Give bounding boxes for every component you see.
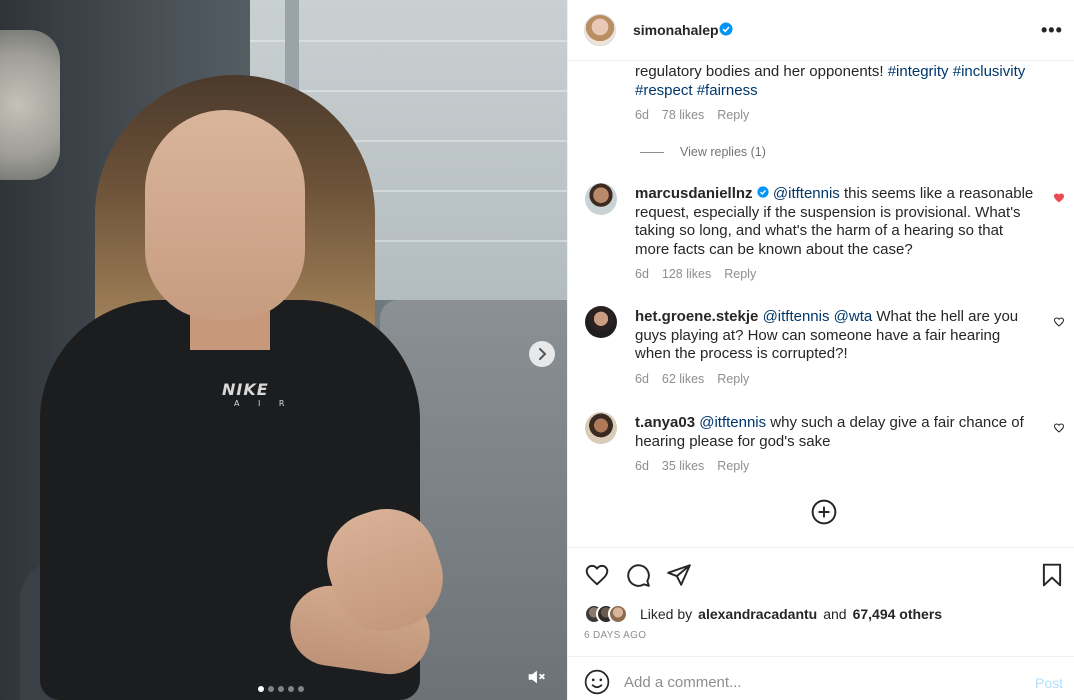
share-icon[interactable] — [666, 562, 692, 588]
carousel-dot — [278, 686, 284, 692]
liked-by-and: and — [823, 606, 847, 622]
comment-text: het.groene.stekje @itftennis @wta What t… — [635, 308, 1035, 364]
mention-link[interactable]: @itftennis — [763, 308, 830, 325]
post-comment-button[interactable]: Post — [1035, 675, 1063, 691]
divider-line — [640, 151, 664, 153]
emoji-icon[interactable] — [584, 669, 610, 695]
post-actions: Liked by alexandracadantu and 67,494 oth… — [568, 547, 1074, 657]
post-media[interactable]: NIKE A I R — [0, 0, 567, 700]
liked-by-others[interactable]: 67,494 others — [853, 606, 943, 622]
comment-body: regulatory bodies and her opponents! — [635, 63, 888, 80]
heart-outline-icon[interactable] — [1053, 422, 1065, 434]
view-replies-label: View replies (1) — [680, 145, 766, 159]
mention-link[interactable]: @itftennis — [773, 185, 840, 202]
author-avatar[interactable] — [584, 14, 616, 46]
heart-filled-icon[interactable] — [1053, 192, 1065, 204]
comment-likes[interactable]: 62 likes — [662, 372, 704, 386]
commenter-avatar[interactable] — [585, 412, 617, 444]
comment-likes[interactable]: 128 likes — [662, 267, 711, 281]
liked-by-prefix: Liked by — [640, 606, 693, 622]
comment-meta: 6d 62 likes Reply — [635, 372, 749, 386]
load-more-comments-icon[interactable] — [811, 499, 837, 525]
liked-by-user[interactable]: alexandracadantu — [698, 606, 817, 622]
comment-meta: 6d 78 likes Reply — [635, 108, 749, 122]
chevron-right-icon — [539, 348, 547, 360]
carousel-dot — [298, 686, 304, 692]
carousel-dot — [258, 686, 264, 692]
post-side-panel: simonahalep ••• regulatory bodies and he… — [567, 0, 1074, 700]
commenter-avatar[interactable] — [585, 183, 617, 215]
save-bookmark-icon[interactable] — [1039, 562, 1065, 588]
comments-list: regulatory bodies and her opponents! #in… — [568, 61, 1074, 547]
carousel-dots — [258, 686, 304, 692]
comment-text: marcusdaniellnz @itftennis this seems li… — [635, 185, 1035, 259]
reply-button[interactable]: Reply — [717, 372, 749, 386]
comment-likes[interactable]: 35 likes — [662, 459, 704, 473]
commenter-avatar[interactable] — [585, 306, 617, 338]
mention-link[interactable]: @itftennis — [699, 414, 766, 431]
view-replies-button[interactable]: View replies (1) — [640, 145, 766, 159]
comment-meta: 6d 128 likes Reply — [635, 267, 756, 281]
reply-button[interactable]: Reply — [717, 459, 749, 473]
carousel-dot — [288, 686, 294, 692]
like-icon[interactable] — [584, 562, 610, 588]
hashtag-link[interactable]: #respect — [635, 82, 693, 99]
comment-text: t.anya03 @itftennis why such a delay giv… — [635, 414, 1035, 451]
heart-outline-icon[interactable] — [1053, 316, 1065, 328]
carousel-dot — [268, 686, 274, 692]
liker-avatars[interactable] — [584, 604, 634, 624]
hashtag-link[interactable]: #inclusivity — [953, 63, 1026, 80]
hashtag-link[interactable]: #integrity — [888, 63, 949, 80]
lamp — [0, 30, 60, 180]
comment-age[interactable]: 6d — [635, 108, 649, 122]
liked-by-summary: Liked by alexandracadantu and 67,494 oth… — [584, 604, 942, 624]
author-username[interactable]: simonahalep — [633, 22, 719, 38]
mute-icon[interactable] — [525, 666, 547, 688]
commenter-username[interactable]: marcusdaniellnz — [635, 185, 753, 202]
comment-text: regulatory bodies and her opponents! #in… — [635, 63, 1035, 100]
comment-input[interactable] — [624, 669, 1004, 695]
post-header: simonahalep ••• — [568, 0, 1074, 61]
verified-badge-icon — [719, 22, 733, 36]
comment-composer: Post — [568, 656, 1074, 700]
mention-link[interactable]: @wta — [834, 308, 873, 325]
shirt-brand: NIKE — [222, 380, 269, 399]
more-options-icon[interactable]: ••• — [1041, 20, 1063, 41]
carousel-next-button[interactable] — [529, 341, 555, 367]
verified-badge-icon — [757, 186, 769, 198]
shirt-logo: NIKE A I R — [222, 380, 292, 408]
commenter-username[interactable]: het.groene.stekje — [635, 308, 758, 325]
comment-age[interactable]: 6d — [635, 459, 649, 473]
comment-meta: 6d 35 likes Reply — [635, 459, 749, 473]
commenter-username[interactable]: t.anya03 — [635, 414, 695, 431]
post-date[interactable]: 6 DAYS AGO — [584, 630, 646, 641]
comment-age[interactable]: 6d — [635, 372, 649, 386]
shirt-sub: A I R — [234, 399, 293, 408]
reply-button[interactable]: Reply — [717, 108, 749, 122]
reply-button[interactable]: Reply — [724, 267, 756, 281]
comment-age[interactable]: 6d — [635, 267, 649, 281]
comment-likes[interactable]: 78 likes — [662, 108, 704, 122]
hashtag-link[interactable]: #fairness — [697, 82, 758, 99]
comment-icon[interactable] — [625, 562, 651, 588]
person-face — [145, 110, 305, 320]
